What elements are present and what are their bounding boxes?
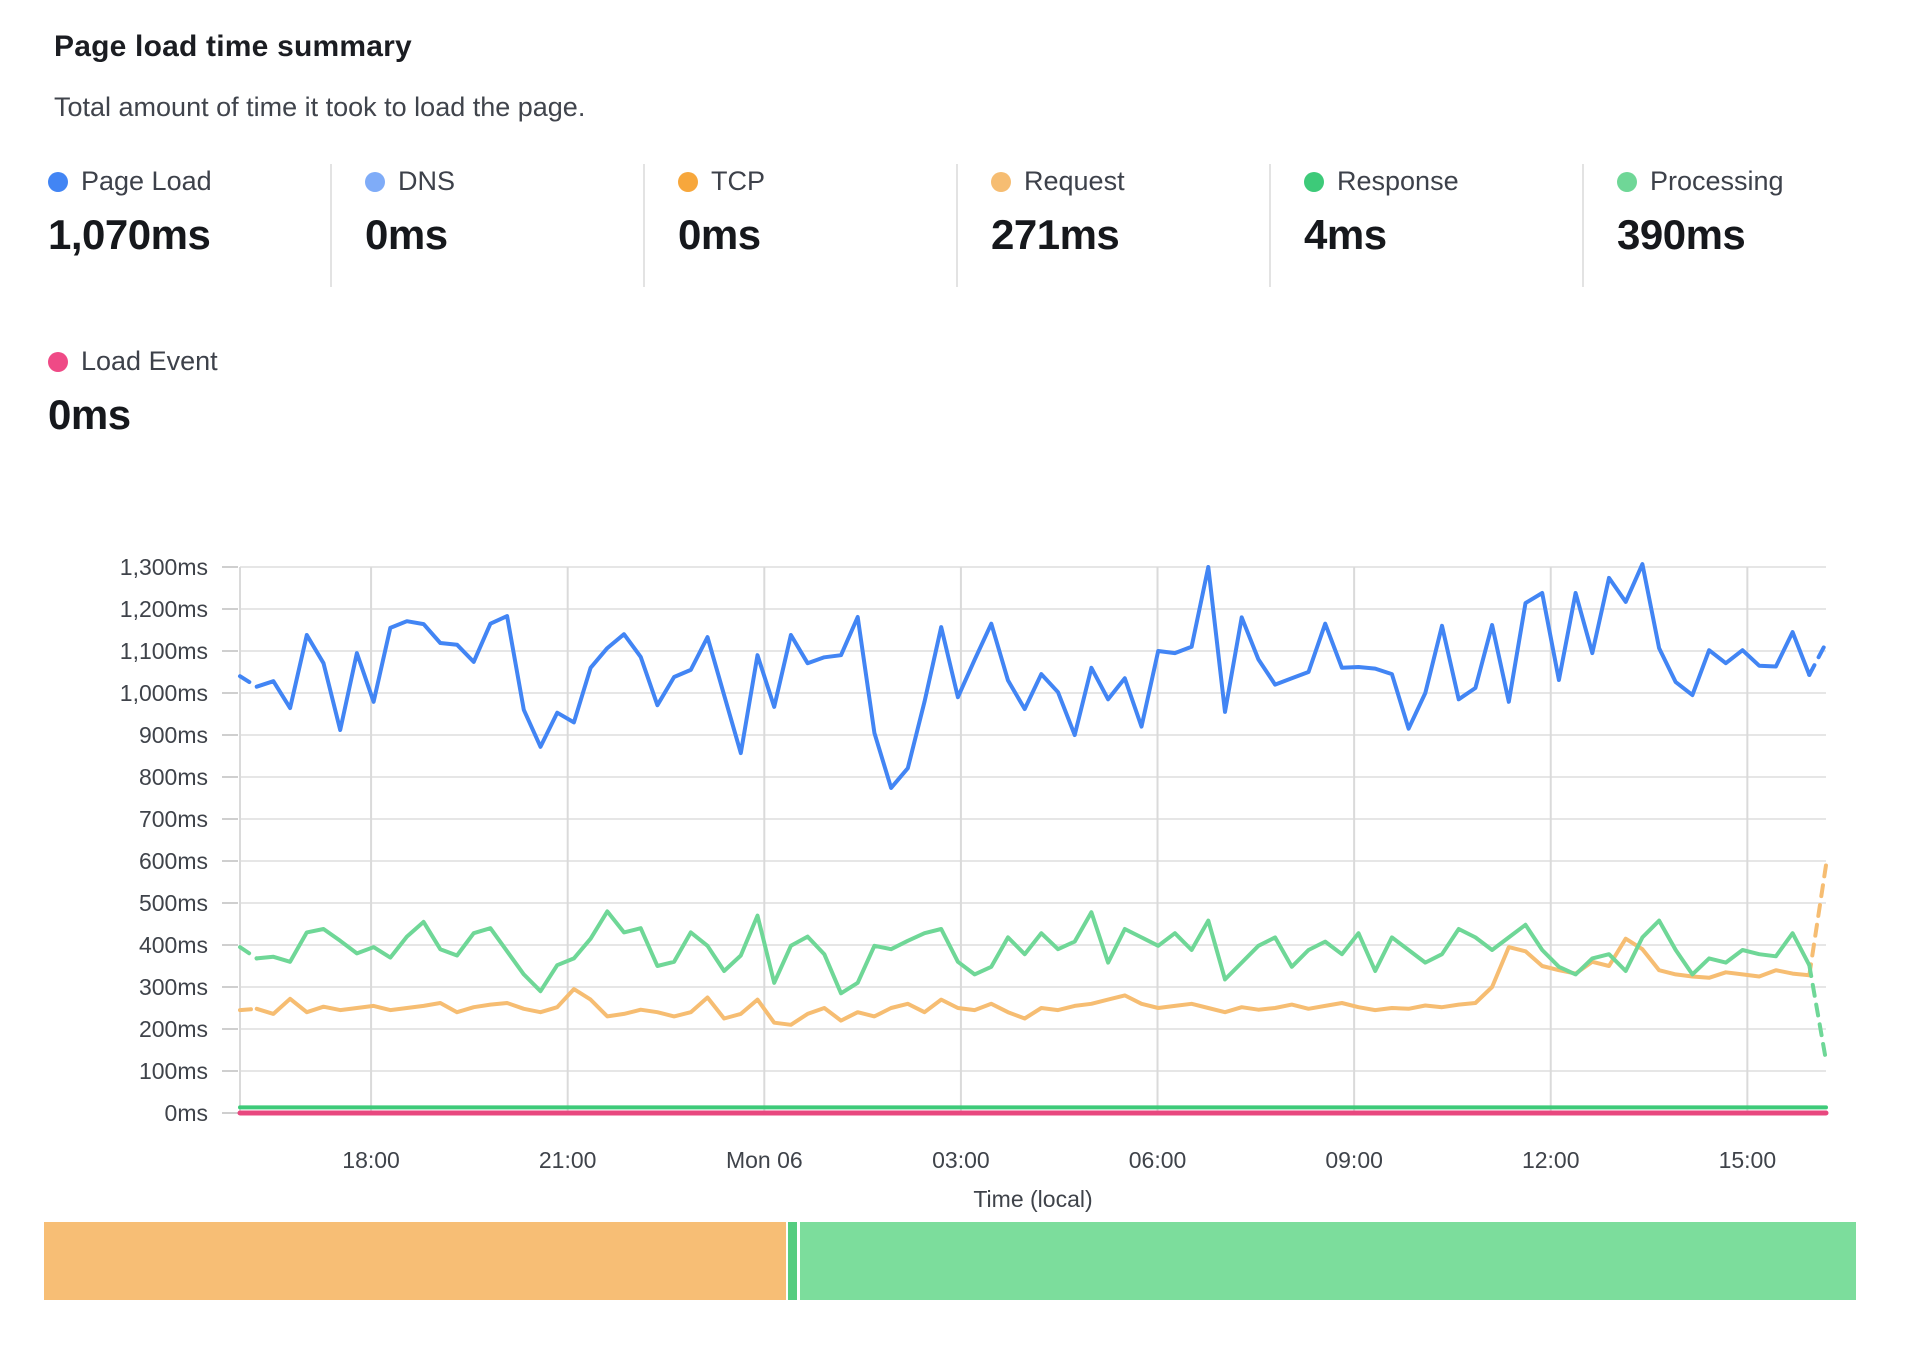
x-tick-label: Mon 06: [726, 1147, 803, 1173]
series-request-dashed-end: [1809, 865, 1826, 975]
y-tick-label: 1,200ms: [120, 596, 208, 622]
series-processing-dashed-start: [240, 947, 257, 958]
x-tick-label: 18:00: [342, 1147, 400, 1173]
y-tick-label: 1,300ms: [120, 554, 208, 580]
series-processing: [257, 911, 1810, 993]
y-tick-label: 100ms: [139, 1058, 208, 1084]
series-request-dashed-start: [240, 1009, 257, 1010]
y-tick-label: 900ms: [139, 722, 208, 748]
y-tick-label: 300ms: [139, 974, 208, 1000]
y-tick-label: 700ms: [139, 806, 208, 832]
x-tick-label: 12:00: [1522, 1147, 1580, 1173]
series-page-load: [257, 564, 1810, 788]
x-tick-label: 15:00: [1719, 1147, 1777, 1173]
y-tick-label: 0ms: [165, 1100, 208, 1126]
x-tick-label: 06:00: [1129, 1147, 1187, 1173]
y-tick-label: 1,000ms: [120, 680, 208, 706]
page-load-summary-panel: { "header": { "title": "Page load time s…: [0, 0, 1910, 1352]
series-page-load-dashed-end: [1809, 643, 1826, 675]
y-tick-label: 500ms: [139, 890, 208, 916]
y-tick-label: 400ms: [139, 932, 208, 958]
x-tick-label: 21:00: [539, 1147, 597, 1173]
y-tick-label: 1,100ms: [120, 638, 208, 664]
status-timeline: [44, 1222, 1856, 1300]
segment-passing[interactable]: [800, 1222, 1855, 1300]
y-tick-label: 800ms: [139, 764, 208, 790]
x-tick-label: 09:00: [1325, 1147, 1383, 1173]
load-time-chart[interactable]: 0ms 100ms 200ms 300ms 400ms 500ms 600ms 700ms 80…: [0, 0, 1910, 1352]
series-request: [257, 939, 1810, 1025]
segment-degraded[interactable]: [44, 1222, 786, 1300]
x-axis-title: Time (local): [973, 1186, 1092, 1212]
y-tick-label: 200ms: [139, 1016, 208, 1042]
y-tick-label: 600ms: [139, 848, 208, 874]
x-tick-label: 03:00: [932, 1147, 990, 1173]
segment-passing-dark[interactable]: [788, 1222, 797, 1300]
series-page-load-dashed-start: [240, 676, 257, 687]
series-processing-dashed-end: [1809, 965, 1826, 1060]
